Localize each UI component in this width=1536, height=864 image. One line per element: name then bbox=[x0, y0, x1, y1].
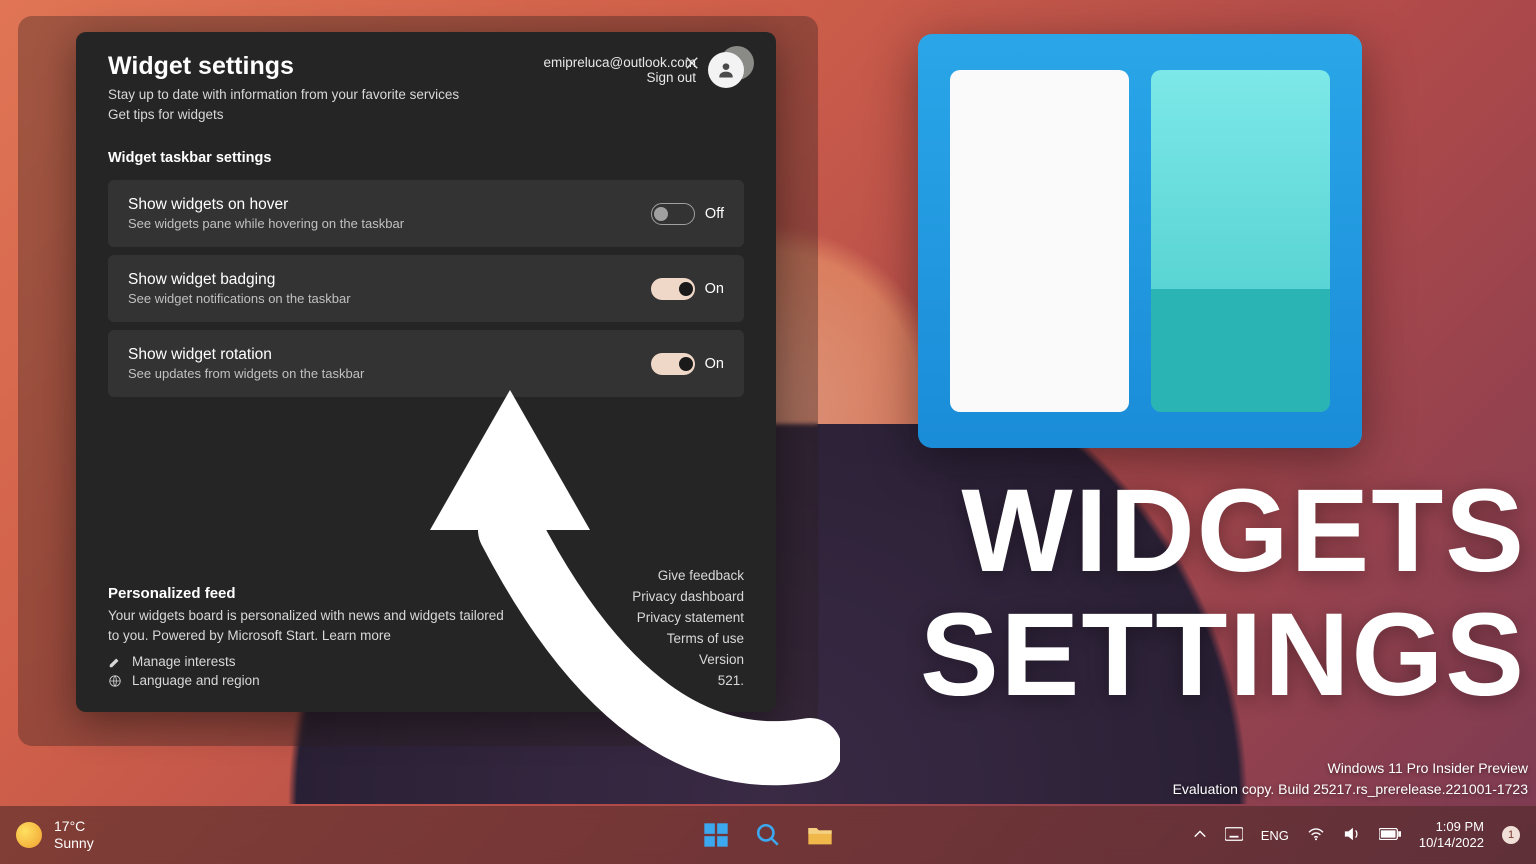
wifi-button[interactable] bbox=[1307, 827, 1325, 844]
search-icon bbox=[755, 822, 781, 848]
language-region-link[interactable]: Language and region bbox=[108, 673, 508, 688]
widgets-tile-right-icon bbox=[1151, 70, 1330, 412]
time: 1:09 PM bbox=[1419, 819, 1484, 835]
toggle-state: Off bbox=[705, 206, 724, 222]
row-title: Show widget rotation bbox=[128, 346, 364, 364]
row-desc: See widget notifications on the taskbar bbox=[128, 291, 351, 306]
hero-text: WIDGETS SETTINGS bbox=[920, 470, 1526, 718]
toggle-hover[interactable] bbox=[651, 203, 695, 225]
touchkeyboard-button[interactable] bbox=[1225, 827, 1243, 844]
terms-of-use-link[interactable]: Terms of use bbox=[632, 631, 744, 646]
row-title: Show widgets on hover bbox=[128, 196, 404, 214]
account-email: emipreluca@outlook.com bbox=[543, 55, 696, 70]
clock[interactable]: 1:09 PM 10/14/2022 bbox=[1419, 819, 1484, 852]
date: 10/14/2022 bbox=[1419, 835, 1484, 851]
toggle-rotation[interactable] bbox=[651, 353, 695, 375]
taskbar: 17°C Sunny ENG bbox=[0, 806, 1536, 864]
weather-widget[interactable]: 17°C Sunny bbox=[16, 818, 94, 852]
tray-expand[interactable] bbox=[1193, 827, 1207, 844]
toggle-state: On bbox=[705, 281, 724, 297]
person-icon bbox=[716, 60, 736, 80]
account-block: emipreluca@outlook.com Sign out bbox=[543, 52, 744, 88]
personalized-feed-block: Personalized feed Your widgets board is … bbox=[108, 585, 508, 689]
row-title: Show widget badging bbox=[128, 271, 351, 289]
globe-icon bbox=[108, 674, 122, 688]
toggle-state: On bbox=[705, 356, 724, 372]
language-button[interactable]: ENG bbox=[1261, 828, 1289, 843]
pencil-icon bbox=[108, 655, 122, 669]
weather-temp: 17°C bbox=[54, 818, 94, 835]
volume-icon bbox=[1343, 826, 1361, 842]
feed-text: Your widgets board is personalized with … bbox=[108, 606, 508, 647]
volume-button[interactable] bbox=[1343, 826, 1361, 845]
setting-row-badging: Show widget badging See widget notificat… bbox=[108, 255, 744, 322]
chevron-up-icon bbox=[1193, 827, 1207, 841]
modal-subtitle: Stay up to date with information from yo… bbox=[108, 85, 459, 124]
privacy-statement-link[interactable]: Privacy statement bbox=[632, 610, 744, 625]
manage-interests-link[interactable]: Manage interests bbox=[108, 654, 508, 669]
battery-icon bbox=[1379, 828, 1401, 840]
row-desc: See updates from widgets on the taskbar bbox=[128, 366, 364, 381]
give-feedback-link[interactable]: Give feedback bbox=[632, 568, 744, 583]
watermark: Windows 11 Pro Insider Preview Evaluatio… bbox=[1173, 758, 1528, 800]
search-button[interactable] bbox=[753, 820, 783, 850]
weather-cond: Sunny bbox=[54, 835, 94, 852]
widgets-app-tile bbox=[918, 34, 1362, 448]
privacy-dashboard-link[interactable]: Privacy dashboard bbox=[632, 589, 744, 604]
feed-title: Personalized feed bbox=[108, 585, 508, 602]
toggle-badging[interactable] bbox=[651, 278, 695, 300]
explorer-button[interactable] bbox=[805, 820, 835, 850]
account-avatar[interactable] bbox=[708, 52, 744, 88]
sun-icon bbox=[16, 822, 42, 848]
widget-settings-modal: Widget settings Stay up to date with inf… bbox=[76, 32, 776, 712]
folder-icon bbox=[806, 821, 834, 849]
signout-link[interactable]: Sign out bbox=[646, 70, 696, 85]
keyboard-icon bbox=[1225, 827, 1243, 841]
section-label: Widget taskbar settings bbox=[108, 150, 744, 166]
windows-icon bbox=[702, 821, 730, 849]
wifi-icon bbox=[1307, 827, 1325, 841]
widgets-tile-left-icon bbox=[950, 70, 1129, 412]
notifications-button[interactable]: 1 bbox=[1502, 826, 1520, 844]
row-desc: See widgets pane while hovering on the t… bbox=[128, 216, 404, 231]
setting-row-rotation: Show widget rotation See updates from wi… bbox=[108, 330, 744, 397]
version-label: Version bbox=[632, 652, 744, 667]
start-button[interactable] bbox=[701, 820, 731, 850]
setting-row-hover: Show widgets on hover See widgets pane w… bbox=[108, 180, 744, 247]
version-build: 521. bbox=[632, 673, 744, 688]
modal-title: Widget settings bbox=[108, 52, 459, 81]
battery-button[interactable] bbox=[1379, 828, 1401, 843]
